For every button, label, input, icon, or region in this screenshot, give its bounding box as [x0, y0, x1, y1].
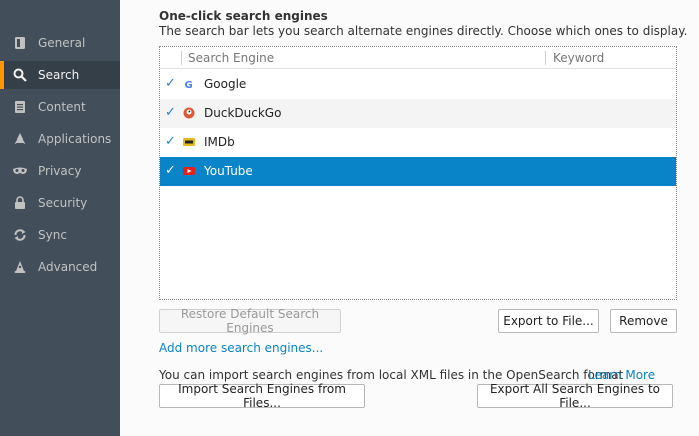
checkmark-icon[interactable]: ✓: [165, 76, 177, 92]
sidebar-item-search[interactable]: Search: [0, 61, 120, 89]
sidebar-item-label: Privacy: [38, 164, 82, 178]
import-search-engines-button[interactable]: Import Search Engines from Files...: [159, 382, 365, 410]
search-engines-table[interactable]: Search Engine Keyword ✓ G Google ✓ DuckD…: [159, 46, 677, 300]
column-header-search-engine[interactable]: Search Engine: [188, 51, 274, 65]
checkmark-icon[interactable]: ✓: [165, 105, 177, 121]
import-info-text: You can import search engines from local…: [159, 368, 624, 382]
section-title: One-click search engines: [159, 9, 328, 23]
sidebar-item-security[interactable]: Security: [0, 189, 120, 217]
sidebar-item-applications[interactable]: Applications: [0, 125, 120, 153]
add-more-search-engines-link[interactable]: Add more search engines...: [159, 341, 323, 355]
engine-name: DuckDuckGo: [204, 106, 282, 120]
column-divider: [545, 51, 546, 65]
learn-more-link[interactable]: Learn More: [588, 368, 655, 382]
security-icon: [12, 195, 28, 211]
engine-name: YouTube: [204, 164, 253, 178]
table-row[interactable]: ✓ G Google: [160, 70, 676, 99]
sidebar-item-advanced[interactable]: Advanced: [0, 253, 120, 281]
svg-text:G: G: [185, 80, 193, 90]
advanced-icon: [12, 259, 28, 275]
engine-name: IMDb: [204, 135, 235, 149]
sync-icon: [12, 227, 28, 243]
sidebar-item-sync[interactable]: Sync: [0, 221, 120, 249]
section-description: The search bar lets you search alternate…: [159, 24, 688, 38]
main-panel: One-click search engines The search bar …: [120, 0, 699, 436]
table-header: Search Engine Keyword: [160, 47, 676, 69]
sidebar-item-general[interactable]: General: [0, 29, 120, 57]
sidebar-item-content[interactable]: Content: [0, 93, 120, 121]
sidebar-item-label: Advanced: [38, 260, 98, 274]
table-row[interactable]: ✓ YouTube: [160, 157, 676, 186]
checkmark-icon[interactable]: ✓: [165, 163, 177, 179]
sidebar-item-label: Content: [38, 100, 86, 114]
remove-button[interactable]: Remove: [610, 309, 677, 333]
youtube-icon: [183, 165, 195, 177]
duckduckgo-icon: [183, 107, 195, 119]
applications-icon: [12, 131, 28, 147]
search-icon: [12, 67, 28, 83]
sidebar-item-privacy[interactable]: Privacy: [0, 157, 120, 185]
table-row[interactable]: ✓ IMDb: [160, 128, 676, 157]
privacy-icon: [12, 163, 28, 179]
general-icon: [12, 35, 28, 51]
column-divider: [181, 51, 182, 65]
export-all-search-engines-button[interactable]: Export All Search Engines to File...: [477, 382, 673, 410]
export-to-file-button[interactable]: Export to File...: [498, 309, 599, 333]
sidebar-item-label: Applications: [38, 132, 112, 146]
table-row[interactable]: ✓ DuckDuckGo: [160, 99, 676, 128]
sidebar: General Search Content Applications Priv…: [0, 0, 120, 436]
restore-defaults-button[interactable]: Restore Default Search Engines: [159, 307, 341, 335]
sidebar-item-label: General: [38, 36, 86, 50]
google-icon: G: [183, 78, 195, 91]
sidebar-item-label: Security: [38, 196, 88, 210]
column-header-keyword[interactable]: Keyword: [553, 51, 604, 65]
engine-name: Google: [204, 77, 247, 91]
sidebar-item-label: Search: [38, 68, 80, 82]
imdb-icon: [183, 136, 195, 148]
sidebar-item-label: Sync: [38, 228, 67, 242]
checkmark-icon[interactable]: ✓: [165, 134, 177, 150]
content-icon: [12, 99, 28, 115]
